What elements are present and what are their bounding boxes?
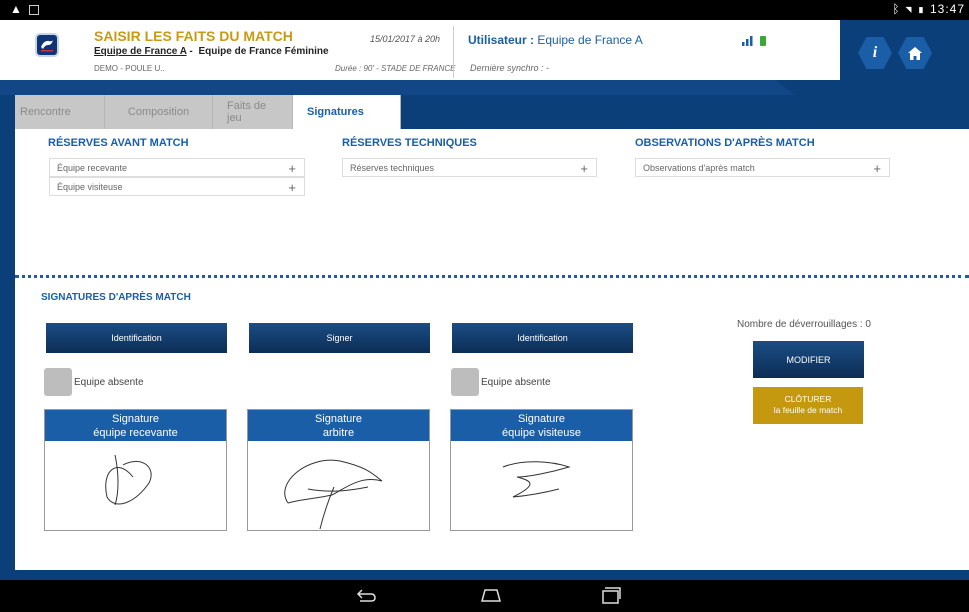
signature-referee-title: Signature [314,413,363,425]
match-duration: Durée : 90' - STADE DE FRANCE [335,64,456,73]
team-separator: - [186,46,196,57]
signature-home-subtitle: équipe recevante [93,427,178,439]
tab-composition[interactable]: Composition [105,95,213,129]
signature-home-header: Signature équipe recevante [45,410,226,441]
team-away: Equipe de France Féminine [198,46,329,57]
plus-icon[interactable]: + [288,161,296,176]
tab-rencontre[interactable]: Rencontre [15,95,105,129]
checkbox-label: Equipe absente [481,376,551,388]
field-observations[interactable]: Observations d'après match + [635,158,890,177]
match-date: 15/01/2017 à 20h [370,34,441,44]
status-bar: ▲ ᛒ ◥ ▮ 13:47 [0,0,969,20]
image-icon [29,5,39,15]
recent-apps-icon[interactable] [600,586,622,609]
absent-away-checkbox[interactable]: Equipe absente [451,368,551,396]
observations-title: OBSERVATIONS D'APRÈS MATCH [635,137,815,149]
battery-status-icon: ▮ [917,2,926,16]
field-equipe-recevante[interactable]: Équipe recevante + [49,158,305,177]
user-value: Equipe de France A [534,33,643,47]
header-divider [453,26,454,78]
warning-icon: ▲ [10,2,22,16]
signature-referee-drawing [284,459,383,530]
modifier-button[interactable]: MODIFIER [753,341,864,378]
identification-away-button[interactable]: Identification [452,323,633,353]
field-label: Équipe recevante [57,163,128,173]
plus-icon[interactable]: + [873,161,881,176]
main-panel: RÉSERVES AVANT MATCH Équipe recevante + … [15,129,969,570]
signature-referee-subtitle: arbitre [322,427,355,439]
reserves-avant-match-title: RÉSERVES AVANT MATCH [48,137,189,149]
home-nav-icon[interactable] [479,586,503,609]
identification-home-button[interactable]: Identification [46,323,227,353]
plus-icon[interactable]: + [288,180,296,195]
app-window: ▲ ᛒ ◥ ▮ 13:47 SAISIR LES FAITS DU MATCH … [0,0,969,612]
user-label: Utilisateur : [468,33,535,47]
field-equipe-visiteuse[interactable]: Équipe visiteuse + [49,177,305,196]
unlock-count: Nombre de déverrouillages : 0 [737,319,871,330]
tab-signatures[interactable]: Signatures [293,95,401,129]
reserves-techniques-title: RÉSERVES TECHNIQUES [342,137,477,149]
tab-faits-de-jeu[interactable]: Faits de jeu [213,95,293,129]
signature-away-header: Signature équipe visiteuse [451,410,632,441]
match-teams: Equipe de France A - Equipe de France Fé… [94,46,329,57]
field-reserves-techniques[interactable]: Réserves techniques + [342,158,597,177]
field-label: Réserves techniques [350,163,435,173]
checkbox-box[interactable] [451,368,479,396]
user-info: Utilisateur : Equipe de France A [468,33,643,47]
battery-icon [760,36,766,46]
bluetooth-icon: ᛒ [892,2,901,16]
field-label: Observations d'après match [643,163,755,173]
field-label: Équipe visiteuse [57,182,123,192]
signal-icon [742,36,754,49]
signature-referee-header: Signature arbitre [248,410,429,441]
team-home[interactable]: Equipe de France A [94,46,187,57]
cloturer-label: CLÔTURER [784,394,832,404]
checkbox-box[interactable] [44,368,72,396]
last-sync: Dernière synchro : - [470,63,550,73]
home-icon [908,46,922,60]
signature-away-drawing [502,461,571,498]
signatures-title: SIGNATURES D'APRÈS MATCH [41,292,191,303]
section-divider [15,275,969,278]
competition-label: DEMO - POULE U.. [94,64,165,73]
signer-button[interactable]: Signer [249,323,430,353]
back-icon[interactable] [356,586,378,609]
signature-home-box[interactable]: Signature équipe recevante [44,409,227,531]
signature-home-title: Signature [111,413,160,425]
signature-home-drawing [105,454,152,506]
navigation-bar [0,580,969,612]
tab-bar: Rencontre Composition Faits de jeu Signa… [15,95,401,129]
cloturer-button[interactable]: CLÔTURER la feuille de match [753,387,863,424]
clock: 13:47 [929,2,965,16]
signature-referee-box[interactable]: Signature arbitre [247,409,430,531]
signature-away-title: Signature [517,413,566,425]
page-title: SAISIR LES FAITS DU MATCH [94,28,293,44]
wifi-icon: ◥ [904,2,914,16]
fff-logo [35,33,59,57]
cloturer-sublabel: la feuille de match [773,405,843,415]
signature-away-box[interactable]: Signature équipe visiteuse [450,409,633,531]
absent-home-checkbox[interactable]: Equipe absente [44,368,144,396]
plus-icon[interactable]: + [580,161,588,176]
checkbox-label: Equipe absente [74,376,144,388]
status-right: ᛒ ◥ ▮ 13:47 [892,2,965,16]
signature-away-subtitle: équipe visiteuse [502,427,581,439]
